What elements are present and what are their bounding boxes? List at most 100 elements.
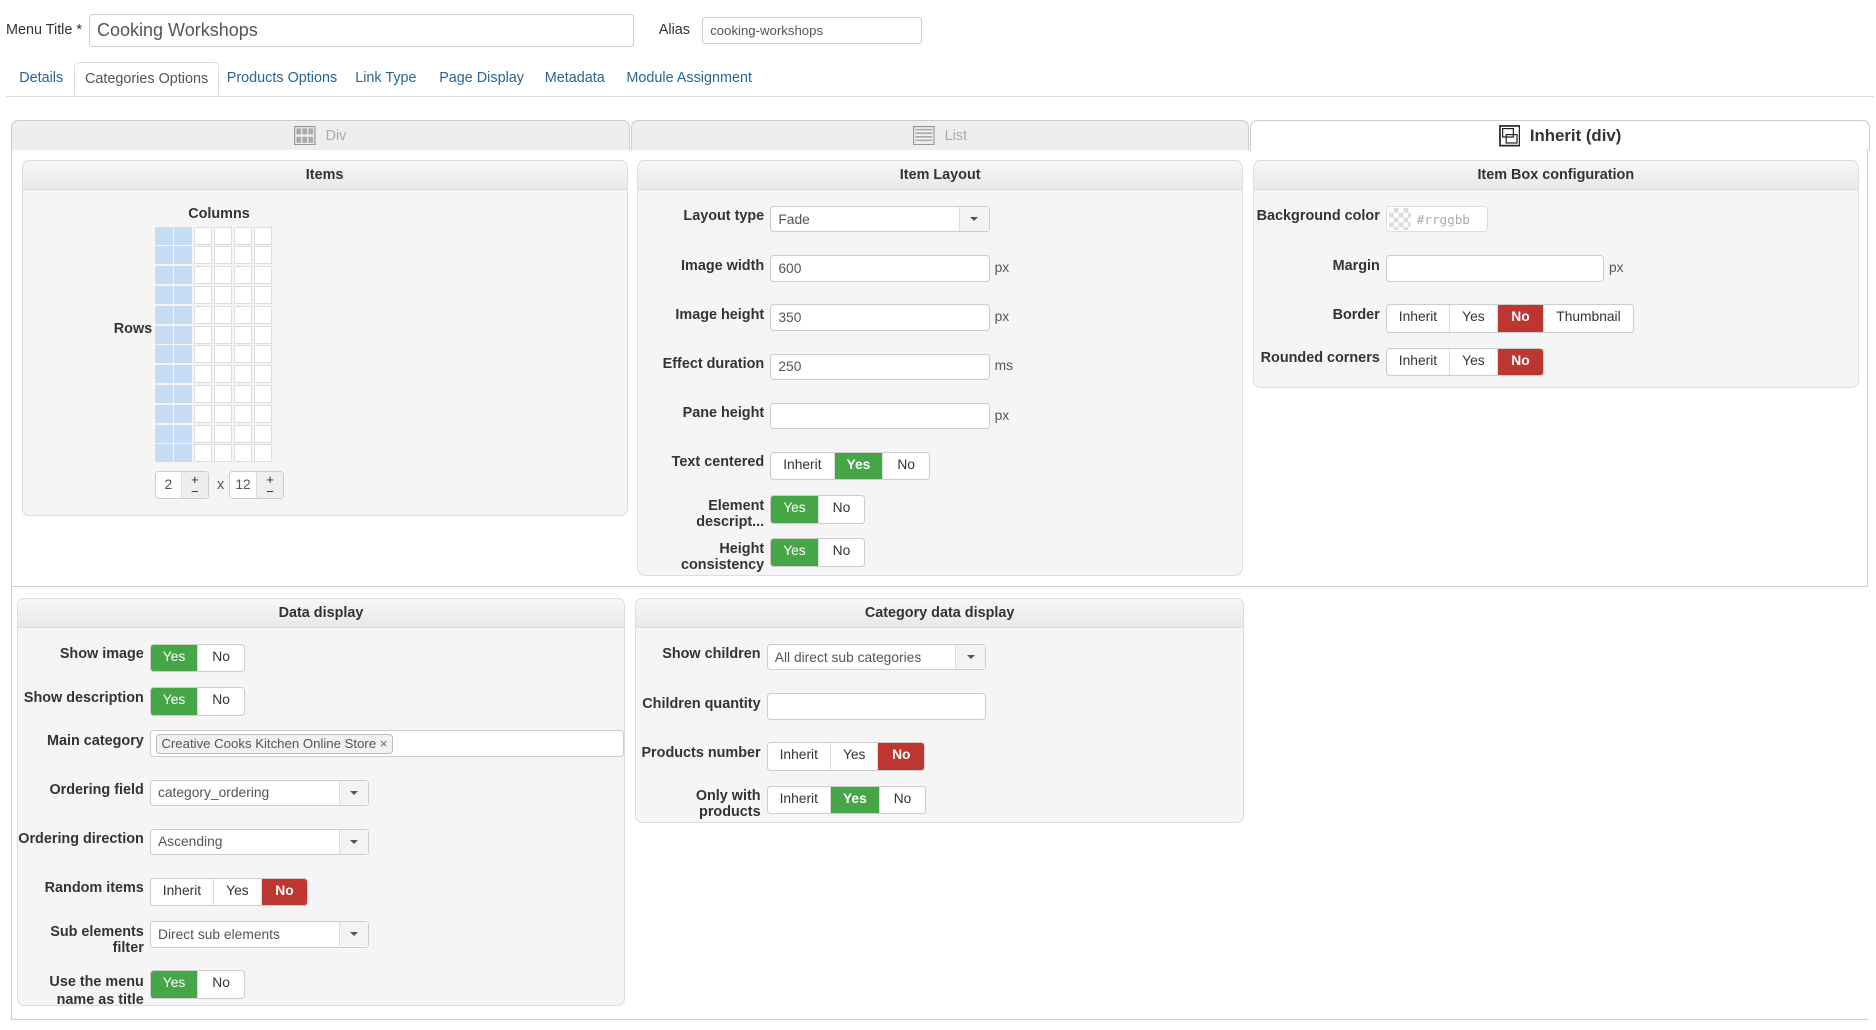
grid-cell[interactable] bbox=[213, 384, 232, 403]
grid-cell-selected[interactable] bbox=[154, 345, 173, 364]
grid-cell[interactable] bbox=[194, 404, 213, 423]
grid-cell[interactable] bbox=[233, 384, 252, 403]
grid-cell[interactable] bbox=[213, 424, 232, 443]
grid-cell[interactable] bbox=[253, 305, 272, 324]
grid-cell-selected[interactable] bbox=[174, 266, 193, 285]
grid-cell[interactable] bbox=[213, 305, 232, 324]
layout-tab-div[interactable]: Div bbox=[10, 120, 630, 150]
chevron-down-icon[interactable] bbox=[958, 206, 989, 231]
grid-cell[interactable] bbox=[253, 325, 272, 344]
menu-title-input[interactable]: Cooking Workshops bbox=[88, 14, 634, 47]
margin-input[interactable] bbox=[1385, 255, 1605, 282]
grid-cell-selected[interactable] bbox=[174, 226, 193, 245]
grid-cell[interactable] bbox=[213, 226, 232, 245]
grid-cell-selected[interactable] bbox=[174, 404, 193, 423]
rounded-corners-toggle[interactable]: Inherit Yes No bbox=[1385, 347, 1545, 376]
text-centered-toggle[interactable]: Inherit Yes No bbox=[770, 451, 930, 481]
use-the-menu-name-as-title-option-no[interactable]: No bbox=[198, 971, 244, 997]
only-with-products-option-no[interactable]: No bbox=[880, 787, 926, 813]
grid-cell-selected[interactable] bbox=[154, 325, 173, 344]
grid-cell[interactable] bbox=[253, 226, 272, 245]
show-description-option-yes[interactable]: Yes bbox=[150, 688, 199, 715]
element-descript-option-yes[interactable]: Yes bbox=[771, 496, 819, 523]
show-image-toggle[interactable]: Yes No bbox=[149, 643, 245, 673]
grid-cell[interactable] bbox=[194, 266, 213, 285]
rounded-corners-option-no[interactable]: No bbox=[1497, 348, 1544, 375]
rounded-corners-option-yes[interactable]: Yes bbox=[1450, 348, 1498, 375]
grid-cell[interactable] bbox=[253, 266, 272, 285]
grid-cell[interactable] bbox=[253, 345, 272, 364]
grid-cell[interactable] bbox=[233, 404, 252, 423]
grid-cell[interactable] bbox=[213, 325, 232, 344]
tab-details[interactable]: Details bbox=[10, 62, 73, 96]
chevron-down-icon[interactable] bbox=[955, 644, 986, 669]
grid-cell-selected[interactable] bbox=[174, 305, 193, 324]
grid-cell[interactable] bbox=[253, 384, 272, 403]
show-description-toggle[interactable]: Yes No bbox=[149, 687, 245, 716]
sub-elements-filter-select[interactable]: Direct sub elements bbox=[149, 921, 370, 948]
grid-cell-selected[interactable] bbox=[174, 365, 193, 384]
grid-cell-selected[interactable] bbox=[154, 305, 173, 324]
columns-minus-button[interactable]: − bbox=[191, 484, 199, 497]
grid-cell[interactable] bbox=[213, 285, 232, 304]
grid-cell[interactable] bbox=[233, 246, 252, 265]
chevron-down-icon[interactable] bbox=[338, 922, 369, 947]
grid-cell[interactable] bbox=[233, 266, 252, 285]
grid-cell-selected[interactable] bbox=[154, 246, 173, 265]
only-with-products-toggle[interactable]: Inherit Yes No bbox=[766, 785, 927, 814]
grid-cell[interactable] bbox=[233, 345, 252, 364]
products-number-toggle[interactable]: Inherit Yes No bbox=[766, 742, 926, 771]
rows-stepper[interactable]: 12 + − bbox=[228, 471, 285, 499]
grid-cell[interactable] bbox=[253, 404, 272, 423]
columns-stepper[interactable]: 2 + − bbox=[154, 471, 209, 499]
border-option-yes[interactable]: Yes bbox=[1450, 305, 1498, 332]
rounded-corners-option-inherit[interactable]: Inherit bbox=[1387, 348, 1451, 375]
products-number-option-inherit[interactable]: Inherit bbox=[768, 743, 831, 770]
items-grid[interactable] bbox=[154, 226, 272, 463]
grid-cell[interactable] bbox=[213, 246, 232, 265]
grid-cell[interactable] bbox=[194, 424, 213, 443]
text-centered-option-yes[interactable]: Yes bbox=[834, 452, 884, 480]
grid-cell-selected[interactable] bbox=[154, 226, 173, 245]
random-items-toggle[interactable]: Inherit Yes No bbox=[149, 877, 309, 907]
grid-cell-selected[interactable] bbox=[154, 266, 173, 285]
grid-cell-selected[interactable] bbox=[174, 246, 193, 265]
element-descript-toggle[interactable]: Yes No bbox=[770, 495, 866, 524]
show-description-option-no[interactable]: No bbox=[198, 688, 244, 714]
show-image-option-yes[interactable]: Yes bbox=[150, 644, 199, 672]
chevron-down-icon[interactable] bbox=[338, 780, 369, 805]
element-descript-option-no[interactable]: No bbox=[819, 496, 865, 522]
grid-cell[interactable] bbox=[253, 365, 272, 384]
grid-cell[interactable] bbox=[194, 365, 213, 384]
grid-cell[interactable] bbox=[194, 444, 213, 463]
tab-categories-options[interactable]: Categories Options bbox=[74, 62, 219, 96]
transparent-swatch-icon[interactable] bbox=[1389, 208, 1411, 230]
pane-height-input[interactable] bbox=[770, 402, 990, 430]
grid-cell[interactable] bbox=[213, 404, 232, 423]
only-with-products-option-yes[interactable]: Yes bbox=[830, 786, 880, 813]
tab-module-assignment[interactable]: Module Assignment bbox=[617, 62, 762, 96]
grid-cell[interactable] bbox=[213, 444, 232, 463]
grid-cell-selected[interactable] bbox=[154, 285, 173, 304]
grid-cell[interactable] bbox=[213, 345, 232, 364]
grid-cell[interactable] bbox=[233, 444, 252, 463]
image-width-input[interactable]: 600 bbox=[770, 255, 990, 282]
grid-cell-selected[interactable] bbox=[174, 345, 193, 364]
layout-tab-inherit[interactable]: Inherit (div) bbox=[1250, 120, 1870, 152]
use-the-menu-name-as-title-toggle[interactable]: Yes No bbox=[149, 970, 245, 999]
grid-cell[interactable] bbox=[253, 246, 272, 265]
grid-cell-selected[interactable] bbox=[174, 325, 193, 344]
grid-cell[interactable] bbox=[233, 424, 252, 443]
grid-cell[interactable] bbox=[233, 305, 252, 324]
border-option-inherit[interactable]: Inherit bbox=[1387, 305, 1451, 332]
remove-tag-icon[interactable]: × bbox=[380, 735, 388, 753]
border-toggle[interactable]: Inherit Yes No Thumbnail bbox=[1385, 304, 1634, 333]
tab-products-options[interactable]: Products Options bbox=[217, 62, 347, 96]
random-items-option-no[interactable]: No bbox=[261, 878, 308, 906]
grid-cell[interactable] bbox=[233, 226, 252, 245]
grid-cell[interactable] bbox=[194, 345, 213, 364]
grid-cell[interactable] bbox=[194, 384, 213, 403]
ordering-direction-select[interactable]: Ascending bbox=[149, 828, 370, 856]
grid-cell-selected[interactable] bbox=[154, 365, 173, 384]
only-with-products-option-inherit[interactable]: Inherit bbox=[768, 786, 831, 813]
